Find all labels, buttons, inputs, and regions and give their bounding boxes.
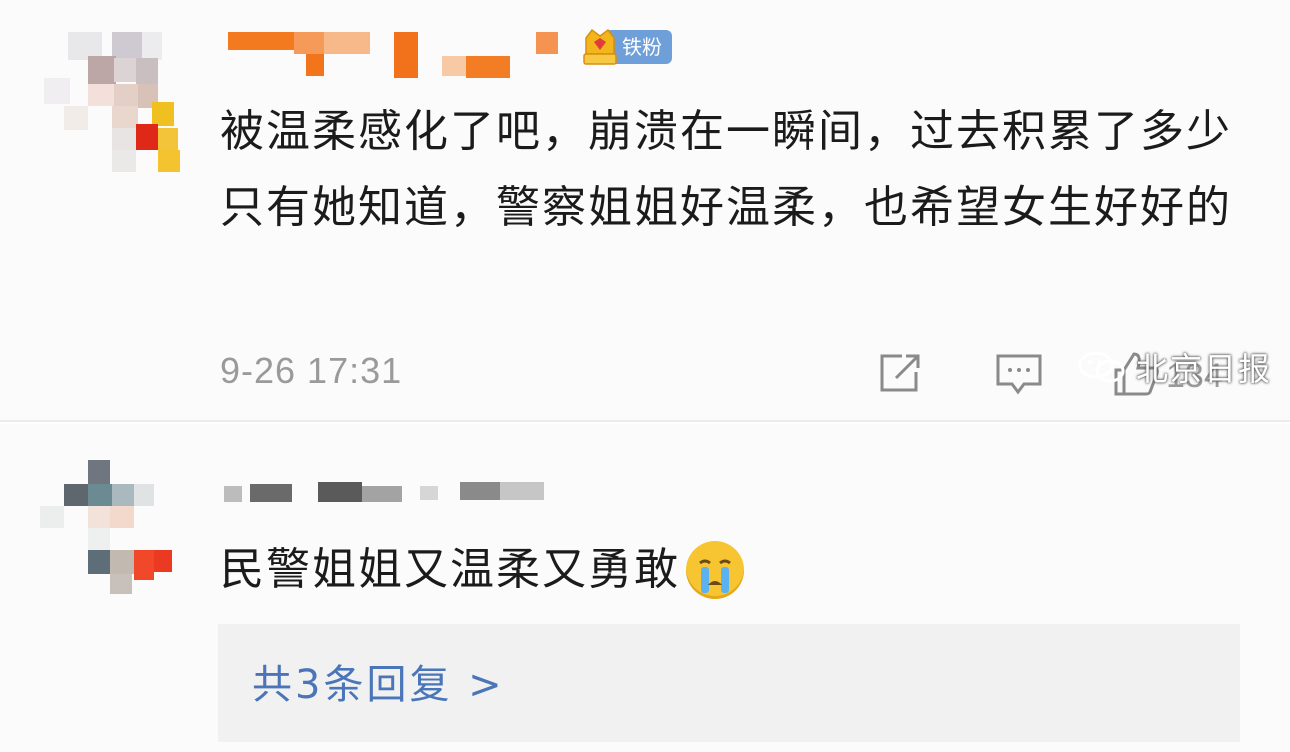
view-replies-link[interactable]: 共3条回复 > bbox=[252, 652, 505, 710]
comment-item: 民警姐姐又温柔又勇敢 共3条回复 > bbox=[0, 424, 1290, 752]
replies-box[interactable]: 共3条回复 > bbox=[218, 624, 1240, 742]
comment-icon[interactable] bbox=[994, 350, 1044, 396]
comment-text-content: 民警姐姐又温柔又勇敢 bbox=[220, 544, 680, 595]
username[interactable] bbox=[228, 32, 558, 80]
comment-text: 被温柔感化了吧，崩溃在一瞬间，过去积累了多少只有她知道，警察姐姐好温柔，也希望女… bbox=[220, 106, 1232, 233]
watermark: 北京日报 bbox=[1076, 344, 1272, 390]
avatar[interactable] bbox=[40, 460, 180, 600]
crown-icon bbox=[580, 26, 618, 68]
watermark-label: 北京日报 bbox=[1136, 350, 1273, 388]
timestamp: 9-26 17:31 bbox=[220, 350, 403, 391]
fan-badge: 铁粉 bbox=[580, 24, 672, 70]
wechat-icon bbox=[1076, 349, 1128, 385]
share-icon[interactable] bbox=[876, 350, 926, 396]
crying-face-emoji bbox=[686, 541, 744, 599]
comment-text: 民警姐姐又温柔又勇敢 bbox=[220, 532, 744, 608]
comment-item: 铁粉 被温柔感化了吧，崩溃在一瞬间，过去积累了多少只有她知道，警察姐姐好温柔，也… bbox=[0, 0, 1290, 422]
username[interactable] bbox=[224, 482, 554, 506]
avatar[interactable] bbox=[40, 28, 188, 176]
